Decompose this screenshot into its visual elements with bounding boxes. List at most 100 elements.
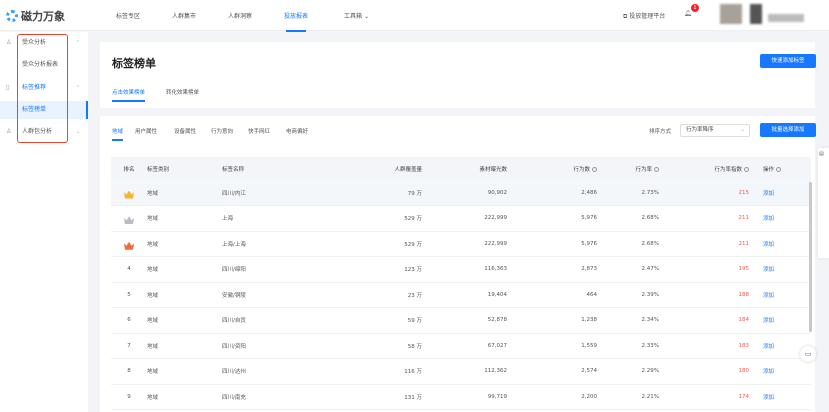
cell-rate-index: 211 xyxy=(659,231,749,257)
cell-tag-name: 上海/上海 xyxy=(222,231,322,257)
cell-actions: 2,200 xyxy=(507,384,597,410)
side-float-panel[interactable]: ▤ xyxy=(818,148,829,258)
group-icon: ♙ xyxy=(6,128,12,135)
table-row: 8 地域 四川/达州 116 万 112,362 2,574 2.29% 180 添加 xyxy=(111,358,811,385)
cell-rate-index: 184 xyxy=(659,307,749,334)
cell-category: 地域 xyxy=(147,180,222,206)
col-name: 标签名称 xyxy=(222,157,322,180)
cell-add-link[interactable]: 添加 xyxy=(749,307,811,334)
cell-rate: 2.73% xyxy=(597,180,659,206)
col-label: 行为率 xyxy=(635,166,652,173)
tab-behavior[interactable]: 行为意向 xyxy=(211,127,233,135)
table-row: 7 地域 四川/资阳 58 万 67,027 1,559 2.33% 183 添加 xyxy=(111,333,811,359)
cell-add-link[interactable]: 添加 xyxy=(749,231,811,257)
cell-category: 地域 xyxy=(147,205,222,232)
batch-add-button[interactable]: 批量选择添加 xyxy=(760,123,816,137)
cell-add-link[interactable]: 添加 xyxy=(749,256,811,283)
cell-category: 地域 xyxy=(147,358,222,385)
tab-click-ranking[interactable]: 点击效果榜单 xyxy=(112,88,146,102)
chevron-down-icon: ⌄ xyxy=(363,13,369,20)
cell-rank: 4 xyxy=(111,256,147,283)
col-label: 行为率指数 xyxy=(714,166,742,173)
cell-actions: 1,559 xyxy=(507,333,597,359)
bell-icon[interactable]: 🔔︎ xyxy=(684,10,692,17)
cell-rate-index: 180 xyxy=(659,358,749,385)
help-icon[interactable] xyxy=(776,166,782,172)
cell-coverage: 131 万 xyxy=(322,384,422,410)
tab-user-attr[interactable]: 用户属性 xyxy=(135,127,157,135)
title-card: 标签榜单 快速添加标签 点击效果榜单 转化效果榜单 xyxy=(100,42,816,108)
cell-coverage: 116 万 xyxy=(322,358,422,385)
cell-exposure: 90,902 xyxy=(422,180,507,206)
cell-actions: 464 xyxy=(507,282,597,308)
cell-add-link[interactable]: 添加 xyxy=(749,205,811,232)
platform-link[interactable]: ⧉ 投放管理平台 xyxy=(623,11,665,21)
cell-rate: 2.68% xyxy=(597,205,659,232)
book-icon: ▯ xyxy=(6,84,10,91)
chevron-down-icon: ⌄ xyxy=(740,127,745,133)
nav-crowd-insight[interactable]: 人群洞察 xyxy=(228,11,252,20)
external-icon: ⧉ xyxy=(623,13,628,20)
sort-select-value: 行为率降序 xyxy=(686,127,714,133)
cell-rate-index: 174 xyxy=(659,384,749,410)
cell-actions: 2,486 xyxy=(507,180,597,206)
cell-exposure: 112,362 xyxy=(422,358,507,385)
cell-rate-index: 188 xyxy=(659,282,749,308)
tab-kuaishou-influencer[interactable]: 快手网红 xyxy=(248,127,270,135)
nav-ad-report[interactable]: 投放报表 xyxy=(284,11,308,32)
cell-exposure: 116,363 xyxy=(422,256,507,283)
cell-category: 地域 xyxy=(147,282,222,308)
logo[interactable]: 磁力万象 xyxy=(6,8,65,24)
chat-icon[interactable]: ▭ xyxy=(800,346,816,362)
cell-rank: 3 xyxy=(111,231,147,257)
cell-tag-name: 四川/内江 xyxy=(222,180,322,206)
cell-add-link[interactable]: 添加 xyxy=(749,180,811,206)
nav-toolbox-label: 工具箱 xyxy=(344,13,363,20)
user-info[interactable] xyxy=(750,4,762,24)
cell-exposure: 222,999 xyxy=(422,231,507,257)
help-icon[interactable] xyxy=(744,166,749,172)
table-header: 排名 标签类别 标签名称 人群覆盖量 素材曝光数 行为数 行为率 行为率指数 操… xyxy=(111,157,811,180)
cell-rank: 1 xyxy=(111,180,147,206)
cell-tag-name: 四川/绵阳 xyxy=(222,256,322,283)
help-icon[interactable] xyxy=(592,166,597,172)
cell-tag-name: 上海 xyxy=(222,205,322,232)
cell-rate: 2.39% xyxy=(597,282,659,308)
cell-rate: 2.21% xyxy=(597,384,659,410)
cell-add-link[interactable]: 添加 xyxy=(749,282,811,308)
cell-coverage: 123 万 xyxy=(322,256,422,283)
cell-actions: 5,976 xyxy=(507,205,597,232)
tab-conversion-ranking[interactable]: 转化效果榜单 xyxy=(166,88,199,96)
cell-actions: 1,238 xyxy=(507,307,597,334)
sort-label: 排序方式 xyxy=(649,129,672,135)
cell-rank: 7 xyxy=(111,333,147,359)
sort-select[interactable]: 行为率降序 ⌄ xyxy=(680,124,750,137)
avatar[interactable] xyxy=(720,4,742,24)
scrollbar[interactable] xyxy=(809,182,812,332)
tab-ecommerce[interactable]: 电商偏好 xyxy=(286,127,308,135)
page-title: 标签榜单 xyxy=(112,57,156,70)
col-actions-count: 行为数 xyxy=(507,157,597,180)
cell-add-link[interactable]: 添加 xyxy=(749,358,811,385)
help-icon[interactable] xyxy=(654,166,659,172)
user-icon: ♙ xyxy=(6,39,12,46)
chevron-up-icon: ⌃ xyxy=(76,40,81,46)
quick-add-tag-button[interactable]: 快速添加标签 xyxy=(760,54,816,68)
logo-text: 磁力万象 xyxy=(21,10,65,23)
platform-link-label: 投放管理平台 xyxy=(629,13,666,20)
nav-toolbox[interactable]: 工具箱 ⌄ xyxy=(344,11,369,20)
col-rank: 排名 xyxy=(111,157,147,180)
cell-actions: 2,873 xyxy=(507,256,597,283)
cell-coverage: 58 万 xyxy=(322,333,422,359)
cell-add-link[interactable]: 添加 xyxy=(749,384,811,410)
nav-crowd-market[interactable]: 人群集市 xyxy=(172,11,196,20)
table-row: 1 地域四川/内江79 万90,9022,4862.73%215添加 xyxy=(111,180,811,206)
cell-tag-name: 四川/达州 xyxy=(222,358,322,385)
cell-rate: 2.34% xyxy=(597,307,659,334)
tab-device-attr[interactable]: 设备属性 xyxy=(174,127,196,135)
cell-rate: 2.33% xyxy=(597,333,659,359)
chevron-down-icon: ⌄ xyxy=(76,129,81,135)
tab-region[interactable]: 地域 xyxy=(112,127,124,141)
cell-rate-index: 183 xyxy=(659,333,749,359)
nav-tag-zone[interactable]: 标签专区 xyxy=(116,11,140,20)
